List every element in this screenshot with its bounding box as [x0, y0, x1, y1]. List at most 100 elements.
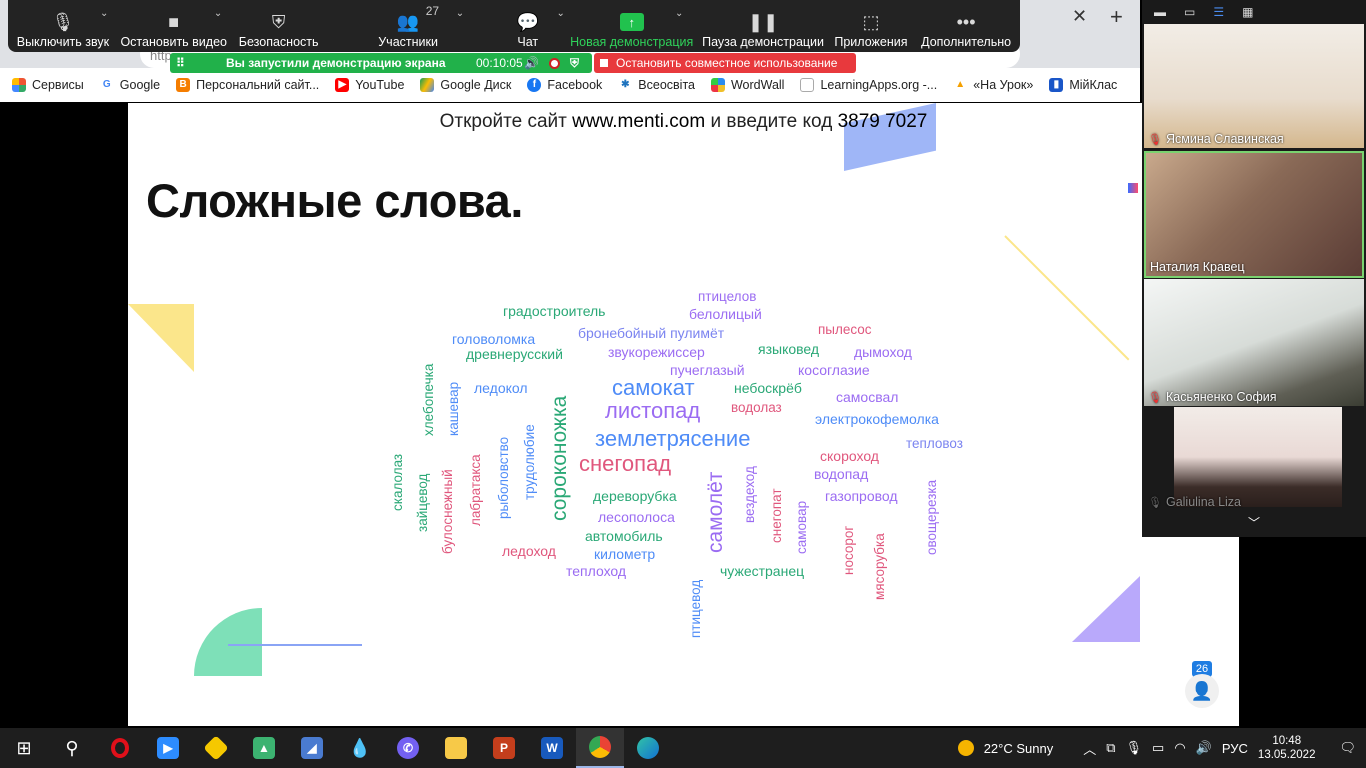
participant-tile[interactable]: 🎙 Ясмина Славинская	[1144, 24, 1364, 148]
chevron-down-icon[interactable]: ⌄	[675, 8, 683, 19]
bookmark-services[interactable]: Сервисы	[12, 78, 84, 92]
word-cloud-word: лабратакса	[468, 454, 483, 526]
word-icon: W	[541, 737, 563, 759]
participants-button[interactable]: 👥 27 ⌄ Участники	[328, 0, 489, 52]
word-cloud-word: дымоход	[854, 344, 912, 360]
participants-label: Участники	[378, 35, 438, 49]
snowflake-icon: ✱	[618, 78, 633, 92]
participant-tile-active-speaker[interactable]: Наталия Кравец	[1144, 151, 1364, 278]
participants-icon: 👥	[396, 11, 420, 32]
new-tab-icon[interactable]: +	[1110, 4, 1123, 30]
word-cloud-word: снегопат	[769, 488, 784, 543]
gallery-view-icon[interactable]: ▦	[1242, 5, 1253, 19]
taskbar-edge[interactable]	[624, 728, 672, 768]
taskbar-app-diamond[interactable]	[192, 728, 240, 768]
clock[interactable]: 10:48 13.05.2022	[1258, 734, 1316, 762]
gallery-controls: ▬ ▭ ☰ ▦	[1142, 0, 1366, 24]
word-cloud-word: древнерусский	[466, 346, 563, 362]
taskbar-powerpoint[interactable]: P	[480, 728, 528, 768]
blogger-icon: B	[176, 78, 191, 92]
taskbar-chrome[interactable]	[576, 728, 624, 768]
bookmark-youtube[interactable]: ▶ YouTube	[335, 78, 404, 92]
word-cloud-word: ледокол	[474, 380, 528, 396]
search-icon: ⚲	[65, 737, 79, 758]
search-button[interactable]: ⚲	[48, 728, 96, 768]
chevron-down-icon[interactable]: ⌄	[557, 8, 565, 19]
word-cloud-word: носорог	[841, 525, 856, 575]
scroll-down-icon[interactable]: ﹀	[1142, 512, 1366, 532]
facebook-icon: f	[527, 78, 542, 92]
language-indicator[interactable]: РУС	[1222, 741, 1248, 756]
video-gallery: ▬ ▭ ☰ ▦ ︿ 🎙Ясмина Славинская Наталия Кра…	[1142, 0, 1366, 537]
taskbar-app-green[interactable]: ▲	[240, 728, 288, 768]
bookmark-label: LearningApps.org -...	[820, 78, 938, 92]
more-button[interactable]: ••• Дополнительно	[912, 0, 1020, 52]
word-cloud-word: небоскрёб	[734, 380, 802, 396]
pause-share-label: Пауза демонстрации	[702, 35, 825, 49]
word-cloud-word: снегопад	[579, 451, 672, 476]
wifi-icon[interactable]: ◠	[1174, 740, 1185, 756]
chevron-down-icon[interactable]: ⌄	[456, 8, 464, 19]
bookmark-google[interactable]: G Google	[99, 78, 160, 92]
drag-handle-icon[interactable]: ⠿	[176, 56, 185, 70]
volume-icon[interactable]: 🔊	[1196, 740, 1212, 756]
word-cloud-word: лесополоса	[598, 509, 675, 525]
minimize-icon[interactable]: ▬	[1154, 5, 1166, 19]
participants-count: 27	[425, 4, 440, 18]
bookmark-label: YouTube	[355, 78, 405, 92]
apps-button[interactable]: ⬚ Приложения	[830, 0, 912, 52]
battery-icon[interactable]: ▭	[1152, 740, 1164, 756]
audience-button[interactable]: 👤	[1185, 674, 1219, 708]
bookmark-google-drive[interactable]: Google Диск	[420, 78, 511, 92]
participant-name-text: Ясмина Славинская	[1165, 132, 1284, 146]
taskbar-app-drop[interactable]: 💧	[336, 728, 384, 768]
notifications-icon[interactable]: 🗨	[1339, 740, 1356, 756]
bookmark-wordwall[interactable]: WordWall	[710, 78, 784, 92]
speaker-view-icon[interactable]: ☰	[1213, 5, 1224, 19]
pause-share-button[interactable]: ❚❚ Пауза демонстрации	[696, 0, 829, 52]
taskbar-app-blue[interactable]: ◢	[288, 728, 336, 768]
participant-name-text: Galiulina Liza	[1165, 495, 1242, 509]
bookmark-personal-site[interactable]: B Персональний сайт...	[176, 78, 319, 92]
bookmark-label: Персональний сайт...	[196, 78, 320, 92]
security-button[interactable]: ⛨ Безопасность	[230, 0, 328, 52]
bookmark-learningapps[interactable]: LearningApps.org -...	[800, 78, 937, 92]
bookmark-na-urok[interactable]: ▲ «На Урок»	[953, 78, 1033, 92]
taskbar-zoom[interactable]: ▶	[144, 728, 192, 768]
close-tab-icon[interactable]: ✕	[1072, 6, 1087, 27]
participant-tile[interactable]: 🎙 Касьяненко София	[1144, 279, 1364, 406]
bookmark-label: «На Урок»	[973, 78, 1034, 92]
chevron-up-icon[interactable]: ︿	[1083, 739, 1096, 758]
mute-button[interactable]: 🎙 ⌄ Выключить звук	[8, 0, 118, 52]
bookmark-label: Сервисы	[32, 78, 84, 92]
taskbar-explorer[interactable]	[432, 728, 480, 768]
participant-tile[interactable]: 🎙 Galiulina Liza	[1144, 407, 1364, 511]
bookmark-label: МійКлас	[1069, 78, 1118, 92]
bookmark-vseosvita[interactable]: ✱ Всеосвіта	[618, 78, 695, 92]
taskbar-word[interactable]: W	[528, 728, 576, 768]
chat-button[interactable]: 💬 ⌄ Чат	[489, 0, 567, 52]
chevron-down-icon[interactable]: ⌄	[214, 8, 222, 19]
learningapps-icon	[800, 78, 815, 92]
taskbar-viber[interactable]: ✆	[384, 728, 432, 768]
chevron-down-icon[interactable]: ⌄	[100, 8, 108, 19]
word-cloud-word: белолицый	[689, 306, 762, 322]
stop-share-button[interactable]: Остановить совместное использование	[594, 53, 856, 73]
bookmark-facebook[interactable]: f Facebook	[527, 78, 602, 92]
person-icon: 👤	[1190, 680, 1214, 701]
word-cloud-word: косоглазие	[798, 362, 870, 378]
clock-time: 10:48	[1272, 735, 1302, 747]
start-button[interactable]: ⊞	[0, 728, 48, 768]
shield-icon: ⛨	[271, 11, 286, 32]
meet-now-icon[interactable]: ⧉	[1106, 740, 1115, 756]
stop-video-button[interactable]: ■ ⌄ Остановить видео	[118, 0, 230, 52]
new-share-button[interactable]: ↑ ⌄ Новая демонстрация	[567, 0, 696, 52]
screen: ✕ + http Сервисы G Google B Персональний с…	[0, 0, 1366, 768]
restore-icon[interactable]: ▭	[1184, 5, 1195, 19]
taskbar-opera[interactable]	[96, 728, 144, 768]
weather-text[interactable]: 22°C Sunny	[984, 741, 1054, 756]
pause-icon: ❚❚	[748, 11, 779, 32]
word-cloud-word: дереворубка	[593, 488, 677, 504]
microphone-icon[interactable]: 🎙	[1126, 740, 1143, 756]
bookmark-miyklas[interactable]: ▮ МійКлас	[1049, 78, 1117, 92]
